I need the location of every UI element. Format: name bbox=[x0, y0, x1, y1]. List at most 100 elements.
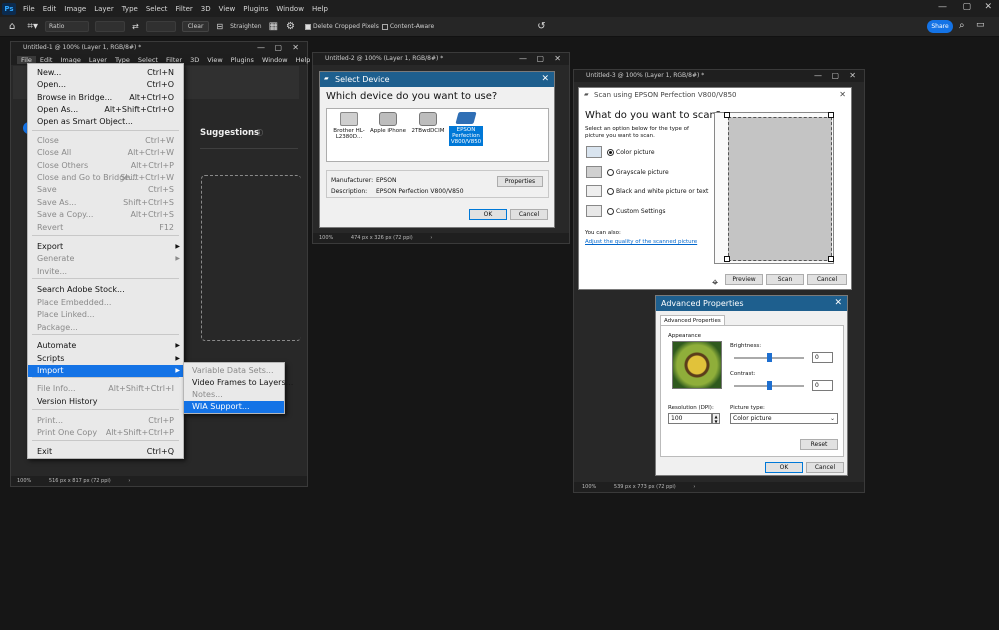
crop-handle-icon[interactable] bbox=[828, 112, 834, 118]
menu-select[interactable]: Select bbox=[142, 5, 172, 13]
maximize-icon[interactable]: ▢ bbox=[831, 70, 839, 82]
color-picture-radio[interactable] bbox=[607, 149, 614, 156]
menu-filter[interactable]: Filter bbox=[171, 5, 196, 13]
minimize-icon[interactable]: — bbox=[938, 2, 947, 12]
submenu-item-video-frames-to-layers[interactable]: Video Frames to Layers... bbox=[184, 377, 293, 389]
menu-item-exit[interactable]: Exit Ctrl+Q bbox=[28, 446, 183, 458]
drop-zone[interactable] bbox=[201, 175, 301, 341]
menu-type[interactable]: Type bbox=[118, 5, 142, 13]
maximize-icon[interactable]: ▢ bbox=[536, 53, 544, 65]
menu-item-scripts[interactable]: Scripts ▶ bbox=[28, 353, 183, 365]
home-icon[interactable]: ⌂ bbox=[9, 21, 15, 32]
close-icon[interactable]: ✕ bbox=[834, 296, 842, 311]
menu-file[interactable]: File bbox=[19, 5, 39, 13]
crop-tool-icon[interactable]: ⌗▾ bbox=[27, 21, 38, 32]
menu-item-export[interactable]: Export ▶ bbox=[28, 241, 183, 253]
chevron-right-icon[interactable]: › bbox=[693, 484, 695, 490]
inner-menu-3d[interactable]: 3D bbox=[186, 56, 203, 64]
maximize-icon[interactable]: ▢ bbox=[274, 42, 282, 54]
close-icon[interactable]: ✕ bbox=[292, 42, 299, 54]
chevron-right-icon[interactable]: › bbox=[430, 235, 432, 241]
submenu-item-notes[interactable]: Notes... bbox=[184, 389, 284, 401]
reset-icon[interactable]: ↺ bbox=[537, 21, 545, 32]
picture-type-select[interactable]: Color picture ⌄ bbox=[730, 413, 838, 424]
inner-menu-plugins[interactable]: Plugins bbox=[227, 56, 258, 64]
maximize-icon[interactable]: ▢ bbox=[962, 2, 971, 12]
search-icon[interactable]: ⌕ bbox=[959, 20, 965, 31]
crop-handle-icon[interactable] bbox=[724, 256, 730, 262]
inner-menu-help[interactable]: Help bbox=[292, 56, 315, 64]
menu-item-open-as[interactable]: Open As... Alt+Shift+Ctrl+O bbox=[28, 104, 183, 116]
reset-button[interactable]: Reset bbox=[800, 439, 838, 450]
minimize-icon[interactable]: — bbox=[257, 42, 265, 54]
menu-item-close[interactable]: Close Ctrl+W bbox=[28, 135, 183, 147]
cancel-button[interactable]: Cancel bbox=[510, 209, 548, 220]
menu-item-search-adobe-stock[interactable]: Search Adobe Stock... bbox=[28, 284, 183, 296]
menu-window[interactable]: Window bbox=[272, 5, 308, 13]
preview-button[interactable]: Preview bbox=[725, 274, 763, 285]
menu-item-print[interactable]: Print... Ctrl+P bbox=[28, 415, 183, 427]
close-icon[interactable]: ✕ bbox=[541, 72, 549, 87]
contrast-slider-thumb[interactable] bbox=[767, 381, 772, 390]
height-field[interactable] bbox=[145, 21, 176, 32]
menu-item-open[interactable]: Open... Ctrl+O bbox=[28, 79, 183, 91]
bw-radio[interactable] bbox=[607, 188, 614, 195]
menu-item-place-linked[interactable]: Place Linked... bbox=[28, 309, 183, 321]
menu-layer[interactable]: Layer bbox=[90, 5, 118, 13]
width-field[interactable] bbox=[95, 21, 126, 32]
ok-button[interactable]: OK bbox=[765, 462, 803, 473]
menu-view[interactable]: View bbox=[215, 5, 240, 13]
menu-item-print-one-copy[interactable]: Print One Copy Alt+Shift+Ctrl+P bbox=[28, 427, 183, 439]
crop-handle-icon[interactable] bbox=[828, 256, 834, 262]
menu-item-new[interactable]: New... Ctrl+N bbox=[28, 67, 183, 79]
submenu-item-wia-support[interactable]: WIA Support... bbox=[184, 401, 284, 413]
menu-item-version-history[interactable]: Version History bbox=[28, 396, 183, 408]
ratio-select[interactable]: Ratio bbox=[45, 21, 90, 32]
ok-button[interactable]: OK bbox=[469, 209, 507, 220]
swap-icon[interactable]: ⇄ bbox=[132, 22, 139, 31]
menu-3d[interactable]: 3D bbox=[197, 5, 215, 13]
minimize-icon[interactable]: — bbox=[519, 53, 527, 65]
delete-cropped-checkbox[interactable] bbox=[304, 23, 311, 30]
crop-handle-icon[interactable] bbox=[724, 112, 730, 118]
menu-edit[interactable]: Edit bbox=[39, 5, 61, 13]
submenu-item-variable-data-sets[interactable]: Variable Data Sets... bbox=[184, 365, 284, 377]
brightness-input[interactable]: 0 bbox=[812, 352, 833, 363]
workspace-icon[interactable]: ▭ bbox=[976, 20, 985, 30]
menu-item-close-all[interactable]: Close All Alt+Ctrl+W bbox=[28, 147, 183, 159]
menu-item-invite[interactable]: Invite... bbox=[28, 266, 183, 278]
preview-selection[interactable] bbox=[728, 117, 832, 261]
menu-item-import[interactable]: Import ▶ bbox=[28, 365, 183, 377]
adjust-quality-link[interactable]: Adjust the quality of the scanned pictur… bbox=[585, 239, 697, 245]
resolution-spinner-icon[interactable]: ▲ ▼ bbox=[712, 413, 720, 424]
inner-menu-window[interactable]: Window bbox=[258, 56, 292, 64]
menu-item-save-a-copy[interactable]: Save a Copy... Alt+Ctrl+S bbox=[28, 209, 183, 221]
menu-image[interactable]: Image bbox=[60, 5, 90, 13]
cancel-button[interactable]: Cancel bbox=[807, 274, 847, 285]
close-icon[interactable]: ✕ bbox=[984, 2, 992, 12]
properties-button[interactable]: Properties bbox=[497, 176, 543, 187]
straighten-icon[interactable]: ⊟ bbox=[216, 22, 223, 31]
share-button[interactable]: Share bbox=[927, 20, 953, 33]
close-icon[interactable]: ✕ bbox=[839, 90, 846, 99]
cancel-button[interactable]: Cancel bbox=[806, 462, 844, 473]
device-2tb[interactable]: 2TBwdDCIM bbox=[410, 112, 446, 134]
resolution-input[interactable]: 100 bbox=[668, 413, 712, 424]
device-epson[interactable]: EPSON Perfection V800/V850 bbox=[449, 112, 483, 146]
menu-item-place-embedded[interactable]: Place Embedded... bbox=[28, 297, 183, 309]
clear-button[interactable]: Clear bbox=[181, 21, 210, 32]
content-aware-checkbox[interactable] bbox=[381, 23, 388, 30]
menu-item-generate[interactable]: Generate ▶ bbox=[28, 253, 183, 265]
menu-item-open-as-smart-object[interactable]: Open as Smart Object... bbox=[28, 116, 183, 128]
inner-menu-view[interactable]: View bbox=[203, 56, 226, 64]
menu-item-package[interactable]: Package... bbox=[28, 322, 183, 334]
close-icon[interactable]: ✕ bbox=[554, 53, 561, 65]
brightness-slider-thumb[interactable] bbox=[767, 353, 772, 362]
chevron-right-icon[interactable]: › bbox=[128, 478, 130, 484]
gear-icon[interactable]: ⚙ bbox=[286, 21, 295, 32]
menu-item-save[interactable]: Save Ctrl+S bbox=[28, 184, 183, 196]
contrast-input[interactable]: 0 bbox=[812, 380, 833, 391]
menu-item-browse-in-bridge[interactable]: Browse in Bridge... Alt+Ctrl+O bbox=[28, 92, 183, 104]
close-icon[interactable]: ✕ bbox=[849, 70, 856, 82]
menu-item-save-as[interactable]: Save As... Shift+Ctrl+S bbox=[28, 197, 183, 209]
